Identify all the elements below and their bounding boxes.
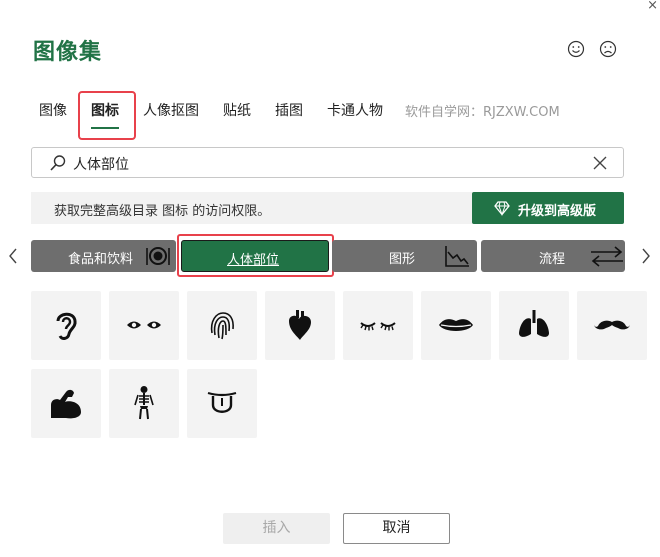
category-flow[interactable]: 流程 [481,240,625,272]
bicep-icon [51,389,81,419]
arrows-icon [591,246,623,267]
icon-tile[interactable] [187,291,257,360]
icon-tile[interactable] [31,291,101,360]
watermark-text: 软件自学网：RJZXW.COM [405,105,560,120]
insert-button[interactable]: 插入 [223,513,330,544]
icon-tile[interactable] [343,291,413,360]
icon-tile[interactable] [109,291,179,360]
tab-cartoon-people[interactable]: 卡通人物 [327,100,383,120]
lungs-icon [519,310,549,337]
chart-icon [445,246,469,267]
frown-icon[interactable] [599,40,617,58]
category-food-drink[interactable]: 食品和饮料 [31,240,176,272]
icon-tile[interactable] [265,291,335,360]
icon-tile[interactable] [109,369,179,438]
close-button[interactable]: × [647,0,658,13]
heart-organ-icon [289,310,311,340]
upgrade-button[interactable]: 升级到高级版 [472,192,624,224]
smile-icon[interactable] [567,40,585,58]
ear-icon [56,312,77,340]
tab-illustrations[interactable]: 插图 [275,100,303,120]
category-label: 流程 [539,252,566,267]
tab-stickers[interactable]: 贴纸 [223,100,251,120]
tab-cutout-people[interactable]: 人像抠图 [143,100,199,120]
tab-highlight-box [78,91,136,140]
search-input[interactable]: 人体部位 [73,154,129,174]
skeleton-icon [134,386,154,420]
icon-tile[interactable] [499,291,569,360]
search-icon [50,155,66,171]
category-shapes[interactable]: 图形 [332,240,477,272]
mustache-icon [594,320,630,330]
close-icon[interactable] [592,155,608,171]
dialog-title: 图像集 [33,40,103,65]
icon-tile[interactable] [421,291,491,360]
category-label: 食品和饮料 [68,252,134,267]
eyes-icon [127,321,161,329]
tongue-icon [207,391,237,413]
chevron-left-icon[interactable] [7,248,19,264]
category-highlight-box [177,234,334,277]
diamond-icon [494,201,510,216]
chevron-right-icon[interactable] [640,248,652,264]
search-box[interactable]: 人体部位 [31,147,624,178]
plate-icon [146,247,170,265]
premium-message: 获取完整高级目录 图标 的访问权限。 [54,204,271,219]
category-label: 图形 [389,252,416,267]
icon-tile[interactable] [31,369,101,438]
icon-tile[interactable] [577,291,647,360]
cancel-button[interactable]: 取消 [343,513,450,544]
icon-tile[interactable] [187,369,257,438]
lips-icon [439,319,473,331]
tab-images[interactable]: 图像 [39,100,67,120]
fingerprint-icon [210,312,234,340]
eyelashes-icon [360,322,396,331]
upgrade-label: 升级到高级版 [518,204,597,219]
